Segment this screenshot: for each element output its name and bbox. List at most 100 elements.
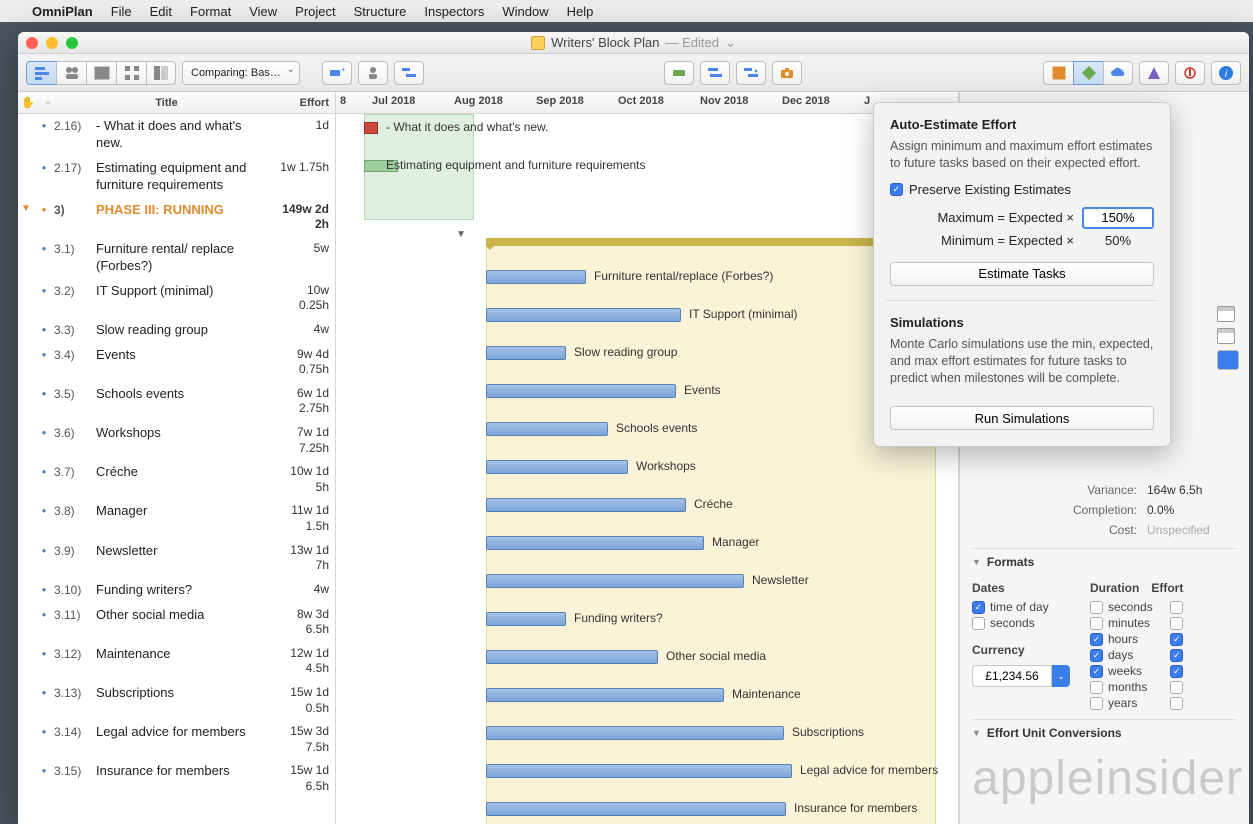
inspector-task-button[interactable] xyxy=(1043,61,1073,85)
menu-edit[interactable]: Edit xyxy=(150,4,172,19)
cb-eff-seconds[interactable] xyxy=(1170,601,1183,614)
task-bar[interactable] xyxy=(486,726,784,740)
checkbox-date-seconds[interactable] xyxy=(972,617,985,630)
menu-help[interactable]: Help xyxy=(567,4,594,19)
currency-dropdown-icon[interactable]: ⌄ xyxy=(1052,665,1070,687)
cb-eff-minutes[interactable] xyxy=(1170,617,1183,630)
cb-eff-hours[interactable] xyxy=(1170,633,1183,646)
task-row[interactable]: ●3.4)Events9w 4d 0.75h xyxy=(18,343,335,382)
view-gantt-button[interactable] xyxy=(26,61,56,85)
minimize-button[interactable] xyxy=(46,37,58,49)
phase-disclosure-icon[interactable]: ▼ xyxy=(456,229,466,240)
checkbox-time-of-day[interactable] xyxy=(972,601,985,614)
baseline-compare-select[interactable]: Comparing: Bas… xyxy=(182,61,300,85)
task-bar[interactable] xyxy=(486,346,566,360)
currency-input[interactable] xyxy=(972,665,1052,687)
cb-dur-seconds[interactable] xyxy=(1090,601,1103,614)
task-bar[interactable] xyxy=(486,498,686,512)
inspector-simulations-button[interactable] xyxy=(1073,61,1103,85)
task-row[interactable]: ●3.12)Maintenance12w 1d 4.5h xyxy=(18,642,335,681)
cb-dur-years[interactable] xyxy=(1090,697,1103,710)
add-task-button[interactable]: + xyxy=(322,61,352,85)
formats-section-header[interactable]: Formats xyxy=(972,548,1237,575)
task-row[interactable]: ●3.8)Manager11w 1d 1.5h xyxy=(18,499,335,538)
add-resource-button[interactable] xyxy=(358,61,388,85)
task-bar[interactable] xyxy=(486,612,566,626)
view-resources-button[interactable] xyxy=(56,61,86,85)
cb-eff-days[interactable] xyxy=(1170,649,1183,662)
task-bar[interactable] xyxy=(486,384,676,398)
cb-eff-months[interactable] xyxy=(1170,681,1183,694)
task-bar[interactable] xyxy=(486,308,681,322)
column-effort[interactable]: Effort xyxy=(275,97,335,109)
task-row[interactable]: ●3.2)IT Support (minimal)10w 0.25h xyxy=(18,279,335,318)
task-bar[interactable] xyxy=(486,270,586,284)
effort-unit-section-header[interactable]: Effort Unit Conversions xyxy=(972,719,1237,746)
cb-eff-weeks[interactable] xyxy=(1170,665,1183,678)
task-row[interactable]: ●3.7)Créche10w 1d 5h xyxy=(18,460,335,499)
inspector-milestones-button[interactable] xyxy=(1139,61,1169,85)
close-button[interactable] xyxy=(26,37,38,49)
checkbox-preserve-estimates[interactable] xyxy=(890,183,903,196)
reschedule-button[interactable] xyxy=(736,61,766,85)
title-dropdown-icon[interactable]: ⌄ xyxy=(725,35,736,51)
column-title[interactable]: Title xyxy=(58,97,275,109)
task-row[interactable]: ●3.6)Workshops7w 1d 7.25h xyxy=(18,421,335,460)
task-row[interactable]: ●3.3)Slow reading group4w xyxy=(18,318,335,343)
view-network-button[interactable] xyxy=(116,61,146,85)
menu-structure[interactable]: Structure xyxy=(354,4,407,19)
cb-dur-months[interactable] xyxy=(1090,681,1103,694)
zoom-button[interactable] xyxy=(66,37,78,49)
menu-window[interactable]: Window xyxy=(502,4,548,19)
task-row[interactable]: ●3.5)Schools events6w 1d 2.75h xyxy=(18,382,335,421)
task-row[interactable]: ●3.10)Funding writers?4w xyxy=(18,578,335,603)
task-bar[interactable] xyxy=(486,422,608,436)
level-button[interactable] xyxy=(700,61,730,85)
cb-dur-days[interactable] xyxy=(1090,649,1103,662)
dropdown-icon[interactable] xyxy=(1217,350,1239,370)
menu-project[interactable]: Project xyxy=(295,4,335,19)
task-bar[interactable] xyxy=(486,764,792,778)
maximum-input[interactable] xyxy=(1082,207,1154,229)
estimate-tasks-button[interactable]: Estimate Tasks xyxy=(890,262,1154,286)
inspector-violations-button[interactable] xyxy=(1175,61,1205,85)
menu-format[interactable]: Format xyxy=(190,4,231,19)
cb-eff-years[interactable] xyxy=(1170,697,1183,710)
view-styles-button[interactable] xyxy=(146,61,176,85)
task-bar[interactable] xyxy=(486,688,724,702)
view-calendar-button[interactable] xyxy=(86,61,116,85)
task-row[interactable]: ●3.13)Subscriptions15w 1d 0.5h xyxy=(18,681,335,720)
popover-title: Auto-Estimate Effort xyxy=(890,117,1154,132)
date-picker-icon[interactable] xyxy=(1217,306,1235,322)
phase3-group-bar[interactable] xyxy=(486,238,936,246)
task-bar[interactable] xyxy=(486,802,786,816)
task-row[interactable]: ●3.11)Other social media8w 3d 6.5h xyxy=(18,603,335,642)
task-bar-2-16[interactable] xyxy=(364,122,378,134)
task-row[interactable]: ▼●3)PHASE III: RUNNING149w 2d 2h xyxy=(18,198,335,237)
task-row[interactable]: ●3.9)Newsletter13w 1d 7h xyxy=(18,539,335,578)
snapshot-button[interactable] xyxy=(772,61,802,85)
run-simulations-button[interactable]: Run Simulations xyxy=(890,406,1154,430)
menu-inspectors[interactable]: Inspectors xyxy=(424,4,484,19)
task-row[interactable]: ●3.1)Furniture rental/ replace (Forbes?)… xyxy=(18,237,335,279)
menubar-appname[interactable]: OmniPlan xyxy=(32,4,93,19)
cb-dur-hours[interactable] xyxy=(1090,633,1103,646)
task-bar[interactable] xyxy=(486,574,744,588)
add-milestone-button[interactable] xyxy=(394,61,424,85)
gantt-chart[interactable]: 8 Jul 2018 Aug 2018 Sep 2018 Oct 2018 No… xyxy=(336,92,959,824)
task-row[interactable]: ●3.14)Legal advice for members15w 3d 7.5… xyxy=(18,720,335,759)
task-row[interactable]: ●2.16)- What it does and what's new.1d xyxy=(18,114,335,156)
task-bar[interactable] xyxy=(486,650,658,664)
cb-dur-minutes[interactable] xyxy=(1090,617,1103,630)
task-bar[interactable] xyxy=(486,460,628,474)
task-row[interactable]: ●2.17)Estimating equipment and furniture… xyxy=(18,156,335,198)
catch-up-button[interactable] xyxy=(664,61,694,85)
cb-dur-weeks[interactable] xyxy=(1090,665,1103,678)
date-picker-icon-2[interactable] xyxy=(1217,328,1235,344)
inspector-sync-button[interactable]: + xyxy=(1103,61,1133,85)
task-row[interactable]: ●3.15)Insurance for members15w 1d 6.5h xyxy=(18,759,335,798)
inspector-info-button[interactable]: i xyxy=(1211,61,1241,85)
menu-file[interactable]: File xyxy=(111,4,132,19)
menu-view[interactable]: View xyxy=(249,4,277,19)
task-bar[interactable] xyxy=(486,536,704,550)
